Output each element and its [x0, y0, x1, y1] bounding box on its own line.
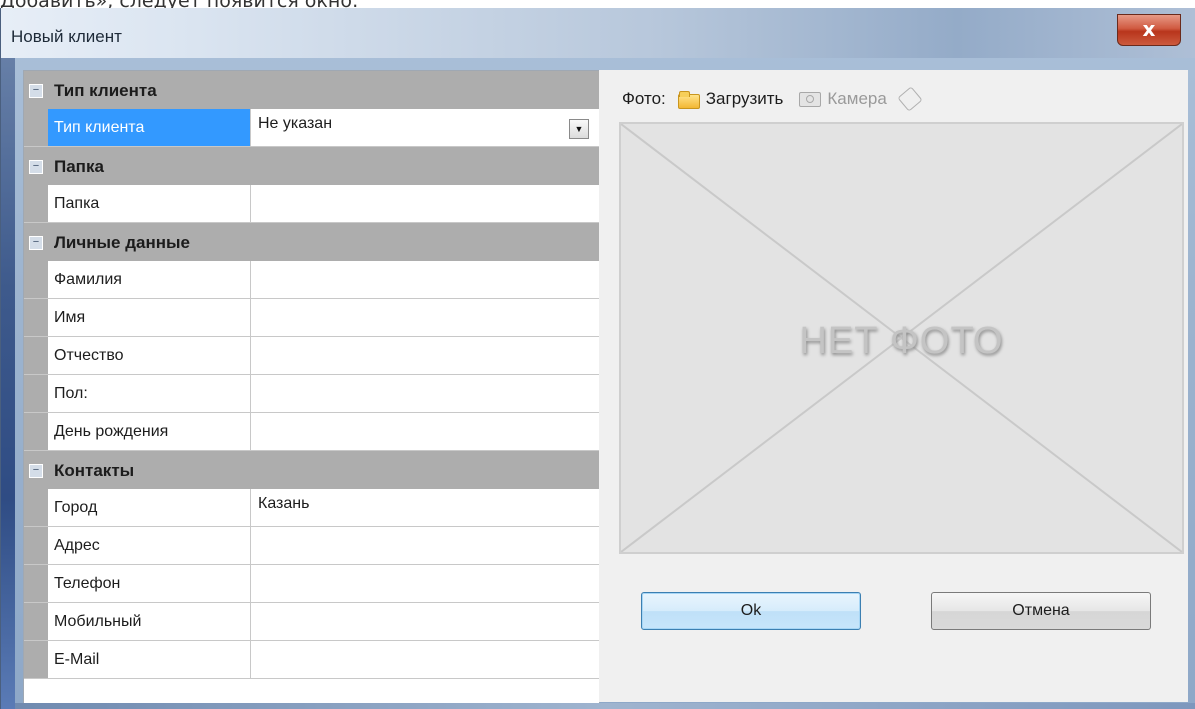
collapse-icon[interactable]: −	[29, 160, 43, 174]
property-row[interactable]: Город Казань	[24, 489, 599, 527]
property-label[interactable]: Фамилия	[48, 261, 251, 298]
property-row[interactable]: Отчество	[24, 337, 599, 375]
category-label: Тип клиента	[54, 81, 157, 100]
category-row[interactable]: − Личные данные	[24, 223, 599, 262]
property-label[interactable]: Телефон	[48, 565, 251, 602]
photo-toolbar: Фото: Загрузить Камера	[622, 86, 923, 112]
property-value[interactable]	[252, 337, 599, 374]
property-row[interactable]: E-Mail	[24, 641, 599, 679]
row-gutter	[24, 109, 48, 146]
category-row[interactable]: − Папка	[24, 147, 599, 186]
upload-button[interactable]: Загрузить	[677, 89, 784, 109]
property-label[interactable]: Мобильный	[48, 603, 251, 640]
new-client-window: Новый клиент x − Тип клиента Тип клиента Не…	[0, 8, 1195, 709]
property-value[interactable]: Казань	[252, 489, 599, 526]
property-row[interactable]: Телефон	[24, 565, 599, 603]
row-gutter	[24, 565, 48, 602]
property-value[interactable]	[252, 299, 599, 336]
row-gutter	[24, 299, 48, 336]
category-label: Личные данные	[54, 233, 190, 252]
folder-icon	[677, 91, 700, 109]
title-bar[interactable]: Новый клиент x	[1, 8, 1195, 58]
collapse-icon[interactable]: −	[29, 84, 43, 98]
property-label[interactable]: Адрес	[48, 527, 251, 564]
category-label: Папка	[54, 157, 104, 176]
row-gutter	[24, 527, 48, 564]
close-button[interactable]: x	[1117, 14, 1181, 46]
collapse-icon[interactable]: −	[29, 236, 43, 250]
property-value-text: Казань	[258, 495, 310, 512]
row-gutter	[24, 489, 48, 526]
property-value[interactable]	[252, 413, 599, 450]
category-row[interactable]: − Контакты	[24, 451, 599, 490]
row-gutter	[24, 337, 48, 374]
no-photo-text: НЕТ ФОТО	[799, 320, 1004, 362]
property-value[interactable]	[252, 375, 599, 412]
property-label[interactable]: E-Mail	[48, 641, 251, 678]
property-value[interactable]	[252, 185, 599, 222]
property-value[interactable]: Не указан ▼	[252, 109, 599, 146]
collapse-icon[interactable]: −	[29, 464, 43, 478]
property-row[interactable]: Фамилия	[24, 261, 599, 299]
property-row[interactable]: Мобильный	[24, 603, 599, 641]
property-row[interactable]: Тип клиента Не указан ▼	[24, 109, 599, 147]
eraser-icon[interactable]	[897, 86, 923, 112]
property-value[interactable]	[252, 603, 599, 640]
photo-panel: Фото: Загрузить Камера НЕТ ФОТО Ok Отмен…	[599, 70, 1188, 702]
photo-preview: НЕТ ФОТО	[619, 122, 1184, 554]
property-value[interactable]	[252, 261, 599, 298]
property-value[interactable]	[252, 565, 599, 602]
property-label[interactable]: День рождения	[48, 413, 251, 450]
property-label[interactable]: Пол:	[48, 375, 251, 412]
property-row[interactable]: День рождения	[24, 413, 599, 451]
cancel-button[interactable]: Отмена	[931, 592, 1151, 630]
property-value[interactable]	[252, 641, 599, 678]
property-label[interactable]: Имя	[48, 299, 251, 336]
property-row[interactable]: Пол:	[24, 375, 599, 413]
row-gutter	[24, 185, 48, 222]
category-label: Контакты	[54, 461, 135, 480]
window-title: Новый клиент	[11, 27, 122, 46]
property-value[interactable]	[252, 527, 599, 564]
category-row[interactable]: − Тип клиента	[24, 71, 599, 110]
property-label[interactable]: Город	[48, 489, 251, 526]
dropdown-arrow-icon[interactable]: ▼	[569, 119, 589, 139]
property-grid: − Тип клиента Тип клиента Не указан ▼ − Папка П…	[23, 70, 600, 704]
row-gutter	[24, 641, 48, 678]
camera-icon	[799, 91, 822, 107]
row-gutter	[24, 413, 48, 450]
property-row[interactable]: Адрес	[24, 527, 599, 565]
property-row[interactable]: Имя	[24, 299, 599, 337]
row-gutter	[24, 261, 48, 298]
row-gutter	[24, 603, 48, 640]
property-label[interactable]: Папка	[48, 185, 251, 222]
row-gutter	[24, 375, 48, 412]
window-bottom-border	[15, 703, 1195, 709]
property-label[interactable]: Отчество	[48, 337, 251, 374]
camera-button[interactable]: Камера	[799, 89, 887, 109]
property-label[interactable]: Тип клиента	[48, 109, 251, 146]
property-row[interactable]: Папка	[24, 185, 599, 223]
property-value-text: Не указан	[258, 115, 333, 132]
photo-label: Фото:	[622, 89, 666, 108]
camera-label: Камера	[827, 89, 887, 108]
ok-button[interactable]: Ok	[641, 592, 861, 630]
upload-label: Загрузить	[705, 89, 784, 108]
